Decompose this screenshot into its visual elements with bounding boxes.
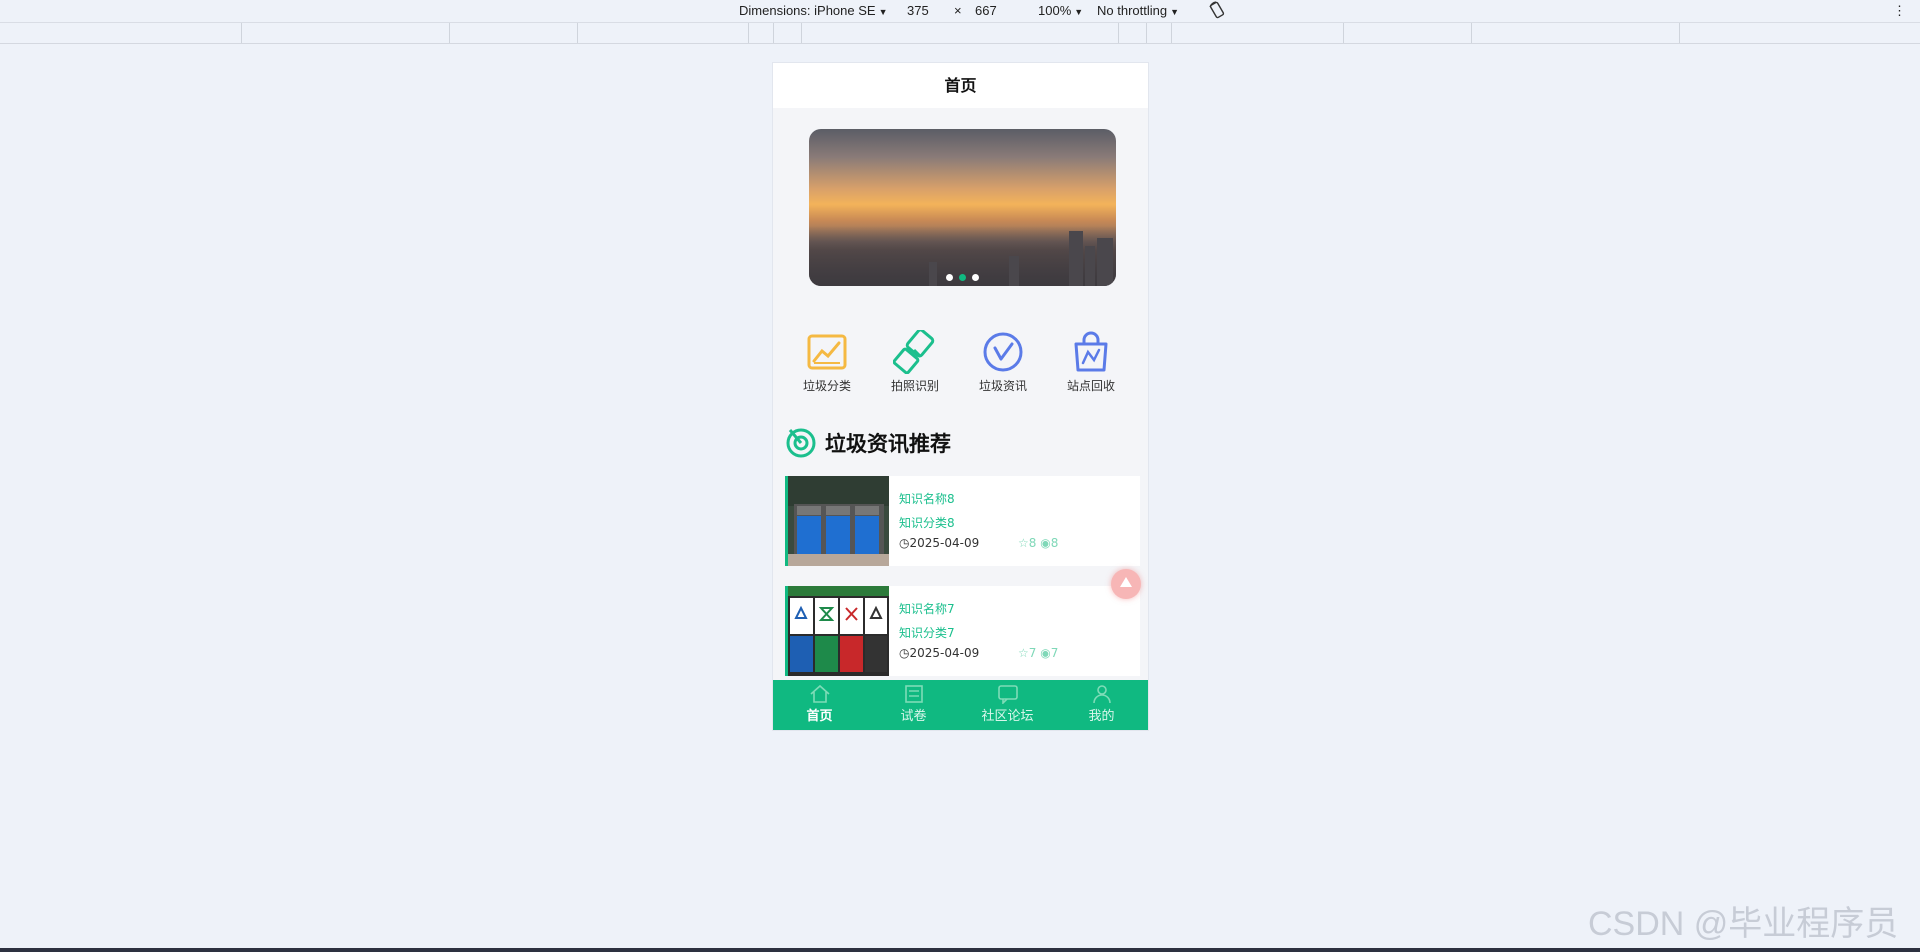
tab-paper[interactable]: 试卷 bbox=[867, 680, 960, 730]
section-title: 垃圾资讯推荐 bbox=[825, 432, 951, 456]
device-label: Dimensions: iPhone SE bbox=[739, 3, 876, 18]
caret-down-icon: ▼ bbox=[878, 7, 888, 17]
zoom-select[interactable]: 100% ▼ bbox=[1038, 3, 1083, 18]
media-query-bar bbox=[0, 23, 1920, 44]
brush-icon bbox=[893, 330, 935, 374]
banner-carousel[interactable] bbox=[809, 129, 1116, 286]
category-garbage-sort[interactable]: 垃圾分类 bbox=[787, 330, 867, 394]
caret-down-icon: ▼ bbox=[1074, 7, 1084, 17]
star-icon: ☆ bbox=[1018, 536, 1029, 550]
tab-label: 首页 bbox=[806, 709, 833, 724]
forum-icon bbox=[997, 685, 1018, 704]
phone-viewport: 首页 垃圾分类 拍照识别 垃圾资讯 站点回收 垃圾资讯推荐 知识名称8 知识分类… bbox=[773, 63, 1148, 730]
category-station-recycle[interactable]: 站点回收 bbox=[1051, 330, 1131, 394]
clock-icon: ◷ bbox=[899, 646, 910, 660]
carousel-dot-active[interactable] bbox=[959, 274, 966, 281]
article-name: 知识名称8 bbox=[899, 492, 955, 506]
article-thumbnail bbox=[788, 586, 889, 676]
eye-icon: ◉ bbox=[1040, 536, 1051, 550]
times-sign: × bbox=[954, 3, 962, 18]
article-name: 知识名称7 bbox=[899, 602, 955, 616]
paper-icon bbox=[904, 685, 923, 703]
watermark: CSDN @毕业程序员 bbox=[1588, 905, 1899, 943]
page-title: 首页 bbox=[773, 63, 1148, 108]
carousel-dot[interactable] bbox=[972, 274, 979, 281]
category-label: 垃圾资讯 bbox=[978, 379, 1027, 393]
views-count: 8 bbox=[1050, 536, 1059, 550]
tab-mine[interactable]: 我的 bbox=[1055, 680, 1148, 730]
eye-icon: ◉ bbox=[1040, 646, 1051, 660]
article-card[interactable]: 知识名称8 知识分类8 ◷2025-04-09 ☆8 ◉8 bbox=[785, 476, 1140, 566]
clock-icon: ◷ bbox=[899, 536, 910, 550]
category-garbage-news[interactable]: 垃圾资讯 bbox=[963, 330, 1043, 394]
tab-home[interactable]: 首页 bbox=[773, 680, 866, 730]
back-to-top-button[interactable] bbox=[1111, 569, 1141, 599]
width-input[interactable]: 375 bbox=[907, 3, 929, 18]
article-category: 知识分类7 bbox=[899, 626, 955, 640]
zoom-label: 100% bbox=[1038, 3, 1072, 18]
window-bottom-edge bbox=[0, 948, 1920, 952]
device-select[interactable]: Dimensions: iPhone SE ▼ bbox=[739, 3, 888, 18]
throttle-select[interactable]: No throttling ▼ bbox=[1097, 3, 1179, 18]
article-category: 知识分类8 bbox=[899, 516, 955, 530]
bottom-tabbar: 首页 试卷 社区论坛 我的 bbox=[773, 680, 1148, 730]
article-thumbnail bbox=[788, 476, 889, 566]
article-date-text: 2025-04-09 bbox=[909, 646, 980, 660]
rotate-icon[interactable] bbox=[1208, 1, 1226, 22]
bag-icon bbox=[1074, 331, 1108, 372]
height-input[interactable]: 667 bbox=[975, 3, 997, 18]
article-card[interactable]: 知识名称7 知识分类7 ◷2025-04-09 ☆7 ◉7 bbox=[785, 586, 1140, 676]
category-label: 垃圾分类 bbox=[802, 379, 851, 393]
article-stats: ☆7 ◉7 bbox=[1018, 646, 1058, 660]
article-date: ◷2025-04-09 bbox=[899, 536, 979, 550]
tab-label: 我的 bbox=[1088, 709, 1115, 724]
user-icon bbox=[1092, 685, 1111, 704]
star-icon: ☆ bbox=[1018, 646, 1029, 660]
category-grid: 垃圾分类 拍照识别 垃圾资讯 站点回收 bbox=[773, 330, 1148, 402]
article-date: ◷2025-04-09 bbox=[899, 646, 979, 660]
views-count: 7 bbox=[1050, 646, 1059, 660]
likes-count: 8 bbox=[1028, 536, 1037, 550]
target-icon bbox=[786, 428, 816, 458]
throttle-label: No throttling bbox=[1097, 3, 1168, 18]
carousel-dot[interactable] bbox=[946, 274, 953, 281]
article-date-text: 2025-04-09 bbox=[909, 536, 980, 550]
carousel-dots bbox=[809, 274, 1116, 281]
likes-count: 7 bbox=[1028, 646, 1037, 660]
tab-label: 试卷 bbox=[900, 709, 927, 724]
category-label: 站点回收 bbox=[1066, 379, 1115, 393]
caret-down-icon: ▼ bbox=[1170, 7, 1180, 17]
clock-check-icon bbox=[983, 332, 1023, 372]
tab-label: 社区论坛 bbox=[981, 709, 1034, 724]
devtools-toolbar: Dimensions: iPhone SE ▼ 375 × 667 100% ▼ N… bbox=[0, 0, 1920, 23]
tab-forum[interactable]: 社区论坛 bbox=[961, 680, 1054, 730]
category-label: 拍照识别 bbox=[890, 379, 939, 393]
more-vertical-icon[interactable]: ⋮ bbox=[1893, 3, 1906, 19]
category-photo-recognition[interactable]: 拍照识别 bbox=[875, 330, 955, 394]
chart-icon bbox=[807, 334, 847, 370]
article-stats: ☆8 ◉8 bbox=[1018, 536, 1058, 550]
home-icon bbox=[809, 684, 830, 703]
